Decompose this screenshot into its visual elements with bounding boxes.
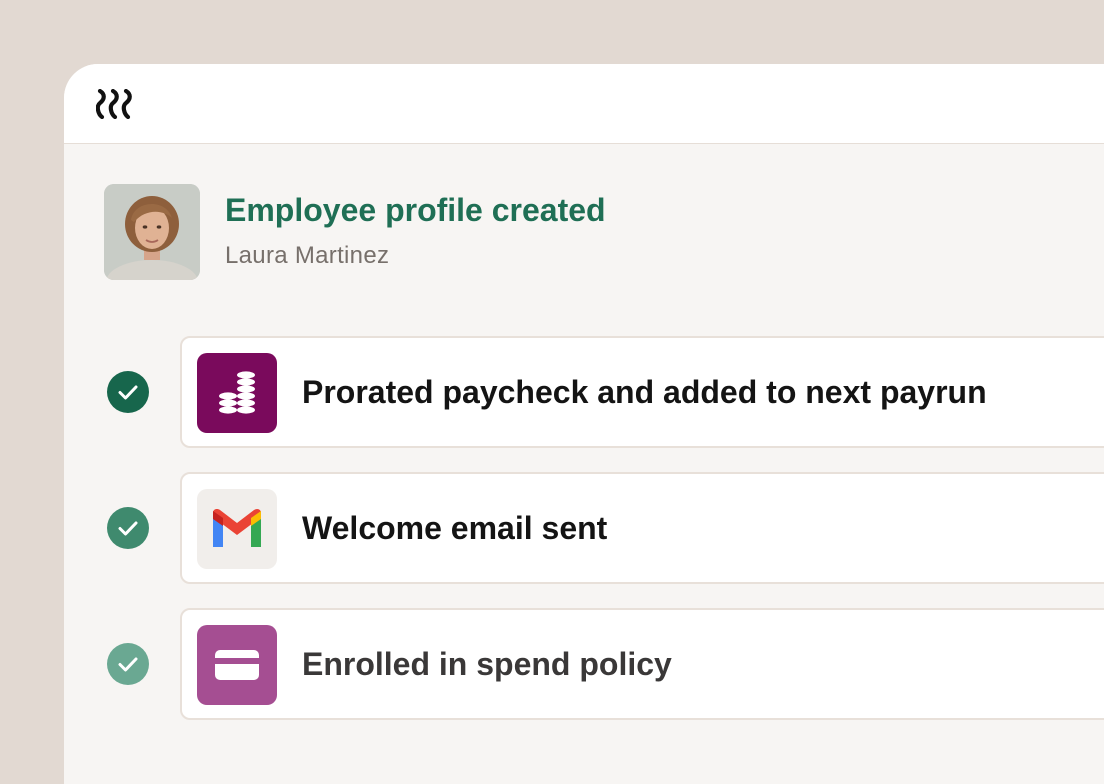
employee-profile-header: Employee profile created Laura Martinez [104,184,1004,280]
task-item-email: Welcome email sent [104,472,1104,584]
avatar[interactable] [104,184,200,280]
app-window: Employee profile created Laura Martinez [64,64,1104,784]
employee-name: Laura Martinez [225,242,390,269]
task-card[interactable]: Enrolled in spend policy [180,608,1104,720]
gmail-icon [197,489,277,569]
title-bar [64,64,1104,144]
credit-card-icon [197,625,277,705]
check-circle-icon [107,507,149,549]
task-label: Prorated paycheck and added to next payr… [302,374,987,410]
task-card[interactable]: Prorated paycheck and added to next payr… [180,336,1104,448]
task-item-spend-policy: Enrolled in spend policy [104,608,1104,720]
rippling-logo-icon[interactable] [96,89,134,119]
check-circle-icon [107,371,149,413]
task-card[interactable]: Welcome email sent [180,472,1104,584]
profile-title: Employee profile created [225,192,606,228]
task-label: Welcome email sent [302,510,608,546]
task-item-payroll: Prorated paycheck and added to next payr… [104,336,1104,448]
payroll-coins-icon [197,353,277,433]
check-circle-icon [107,643,149,685]
task-label: Enrolled in spend policy [302,646,672,682]
